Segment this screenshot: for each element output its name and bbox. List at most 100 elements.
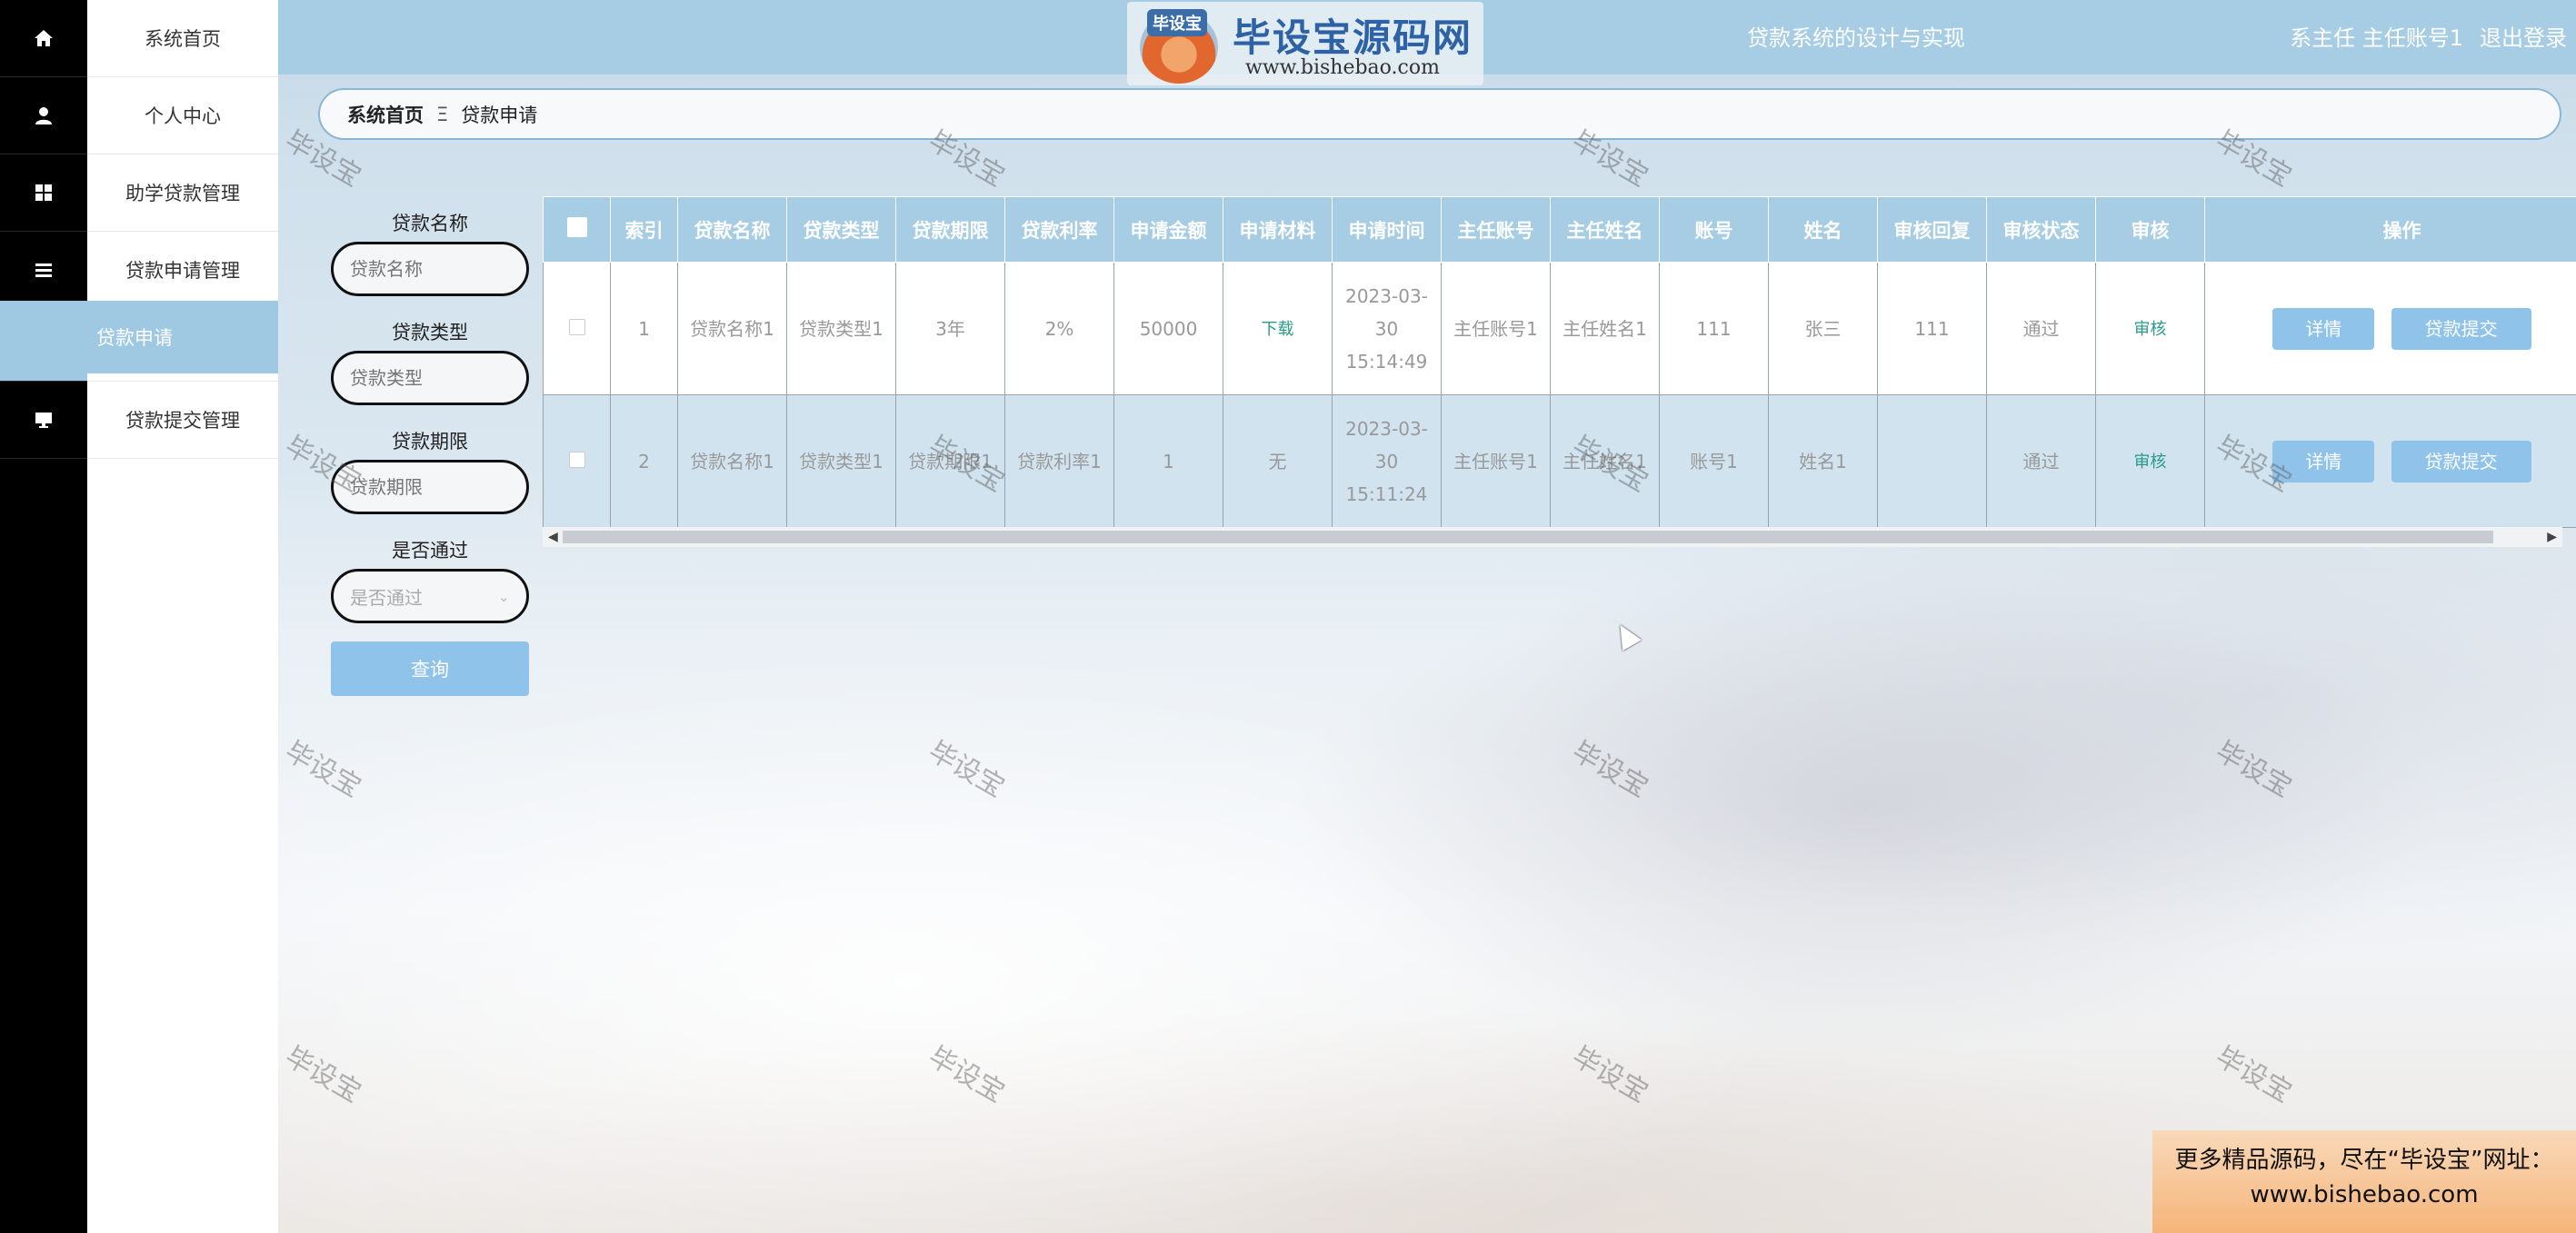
sidebar-item-profile[interactable]: 个人中心: [87, 77, 278, 154]
select-all-checkbox[interactable]: [543, 196, 611, 263]
sidebar-menu: 系统首页 个人中心 助学贷款管理 贷款申请管理 贷款提交管理: [87, 0, 278, 1233]
cell-loan-type: 贷款类型1: [786, 394, 896, 528]
cell-material: 无: [1223, 394, 1333, 528]
column-header: 审核状态: [1986, 196, 2096, 263]
cell-term: 贷款期限1: [895, 394, 1005, 528]
column-header: 账号: [1659, 196, 1769, 263]
page-title: 贷款系统的设计与实现: [1747, 25, 1965, 51]
column-header: 贷款类型: [786, 196, 896, 263]
column-header: 主任账号: [1441, 196, 1551, 263]
column-header: 申请时间: [1332, 196, 1442, 263]
download-link[interactable]: 下载: [1262, 320, 1294, 339]
sidebar-icon-rail: [0, 0, 87, 1233]
cell-review: 审核: [2095, 394, 2205, 528]
user-icon[interactable]: [0, 77, 87, 154]
cell-rate: 2%: [1004, 262, 1114, 395]
column-header: 姓名: [1768, 196, 1878, 263]
cell-index: 1: [610, 262, 678, 395]
cell-reply: 111: [1877, 262, 1987, 395]
cell-material: 下载: [1223, 262, 1333, 395]
loan-type-label: 贷款类型: [392, 322, 468, 343]
sidebar-item-home[interactable]: 系统首页: [87, 0, 278, 77]
column-header: 贷款期限: [895, 196, 1005, 263]
logo-url: www.bishebao.com: [1245, 56, 1440, 79]
column-header: 索引: [610, 196, 678, 263]
cell-term: 3年: [895, 262, 1005, 395]
promo-line1: 更多精品源码，尽在“毕设宝”网址：: [2174, 1147, 2554, 1174]
cell-apply-time: 2023-03-30 15:11:24: [1332, 394, 1442, 528]
promo-banner: 更多精品源码，尽在“毕设宝”网址： www.bishebao.com: [2152, 1130, 2576, 1233]
list-icon[interactable]: [0, 232, 87, 309]
loan-table: 索引 贷款名称 贷款类型 贷款期限 贷款利率 申请金额 申请材料 申请时间 主任…: [543, 196, 2576, 551]
breadcrumb-home[interactable]: 系统首页: [347, 101, 424, 128]
cell-amount: 1: [1113, 394, 1223, 528]
scroll-right-icon[interactable]: ▶: [2547, 527, 2557, 547]
sidebar-item-student-loan[interactable]: 助学贷款管理: [87, 154, 278, 232]
table-row: 2 贷款名称1 贷款类型1 贷款期限1 贷款利率1 1 无 2023-03-30…: [543, 394, 2576, 528]
table-row: 1 贷款名称1 贷款类型1 3年 2% 50000 下载 2023-03-30 …: [543, 262, 2576, 395]
breadcrumb-separator: Ξ: [436, 103, 449, 125]
search-panel: 贷款名称 贷款类型 贷款期限 是否通过 是否通过 ⌄ 查询: [331, 205, 529, 696]
column-header: 审核回复: [1877, 196, 1987, 263]
review-link[interactable]: 审核: [2134, 320, 2167, 339]
column-header: 申请金额: [1113, 196, 1223, 263]
logo-name: 毕设宝源码网: [1233, 15, 1473, 60]
detail-button[interactable]: 详情: [2272, 307, 2375, 350]
cell-director-account: 主任账号1: [1441, 262, 1551, 395]
cell-amount: 50000: [1113, 262, 1223, 395]
cell-status: 通过: [1986, 394, 2096, 528]
detail-button[interactable]: 详情: [2272, 440, 2375, 482]
breadcrumb: 系统首页 Ξ 贷款申请: [318, 88, 2561, 140]
column-header: 申请材料: [1223, 196, 1333, 263]
column-header: 贷款名称: [677, 196, 787, 263]
query-button[interactable]: 查询: [331, 641, 529, 696]
cell-apply-time: 2023-03-30 15:14:49: [1332, 262, 1442, 395]
cell-reply: [1877, 394, 1987, 528]
loan-term-input[interactable]: [331, 460, 529, 514]
logout-link[interactable]: 退出登录: [2480, 20, 2567, 52]
home-icon[interactable]: [0, 0, 87, 77]
user-area: 系主任 主任账号1 退出登录: [2290, 20, 2567, 52]
column-header: 操作: [2204, 196, 2576, 263]
cell-loan-type: 贷款类型1: [786, 262, 896, 395]
grid-icon[interactable]: [0, 154, 87, 232]
cell-name: 张三: [1768, 262, 1878, 395]
loan-submit-button[interactable]: 贷款提交: [2391, 307, 2531, 350]
cell-status: 通过: [1986, 262, 2096, 395]
cell-director-name: 主任姓名1: [1550, 394, 1660, 528]
loan-name-label: 贷款名称: [392, 213, 468, 234]
sidebar-item-loan-application[interactable]: 贷款申请: [0, 301, 278, 373]
cell-review: 审核: [2095, 262, 2205, 395]
cell-name: 姓名1: [1768, 394, 1878, 528]
horizontal-scrollbar[interactable]: ◀ ▶: [543, 527, 2562, 547]
column-header: 贷款利率: [1004, 196, 1114, 263]
snow-dune: [273, 509, 2576, 1233]
sidebar-item-loan-application-manage[interactable]: 贷款申请管理: [87, 232, 278, 309]
column-header: 主任姓名: [1550, 196, 1660, 263]
pass-status-label: 是否通过: [392, 540, 468, 562]
cell-account: 账号1: [1659, 394, 1769, 528]
loan-name-input[interactable]: [331, 242, 529, 296]
scrollbar-thumb[interactable]: [563, 531, 2493, 543]
column-header: 审核: [2095, 196, 2205, 263]
loan-submit-button[interactable]: 贷款提交: [2391, 440, 2531, 482]
row-checkbox[interactable]: [543, 394, 611, 528]
user-label: 系主任 主任账号1: [2290, 25, 2463, 51]
pass-status-select[interactable]: 是否通过 ⌄: [331, 569, 529, 623]
review-link[interactable]: 审核: [2134, 452, 2167, 472]
sidebar-item-loan-submit-manage[interactable]: 贷款提交管理: [87, 382, 278, 459]
cell-index: 2: [610, 394, 678, 528]
table-header-row: 索引 贷款名称 贷款类型 贷款期限 贷款利率 申请金额 申请材料 申请时间 主任…: [543, 196, 2576, 263]
cell-rate: 贷款利率1: [1004, 394, 1114, 528]
row-checkbox[interactable]: [543, 262, 611, 395]
loan-type-input[interactable]: [331, 351, 529, 405]
cell-actions: 详情 贷款提交: [2204, 394, 2576, 528]
cell-director-account: 主任账号1: [1441, 394, 1551, 528]
promo-line2: www.bishebao.com: [2250, 1181, 2479, 1208]
logo-badge: 毕设宝: [1147, 9, 1207, 36]
monitor-icon[interactable]: [0, 382, 87, 459]
cell-actions: 详情 贷款提交: [2204, 262, 2576, 395]
cell-account: 111: [1659, 262, 1769, 395]
scroll-left-icon[interactable]: ◀: [548, 527, 558, 547]
cell-loan-name: 贷款名称1: [677, 262, 787, 395]
